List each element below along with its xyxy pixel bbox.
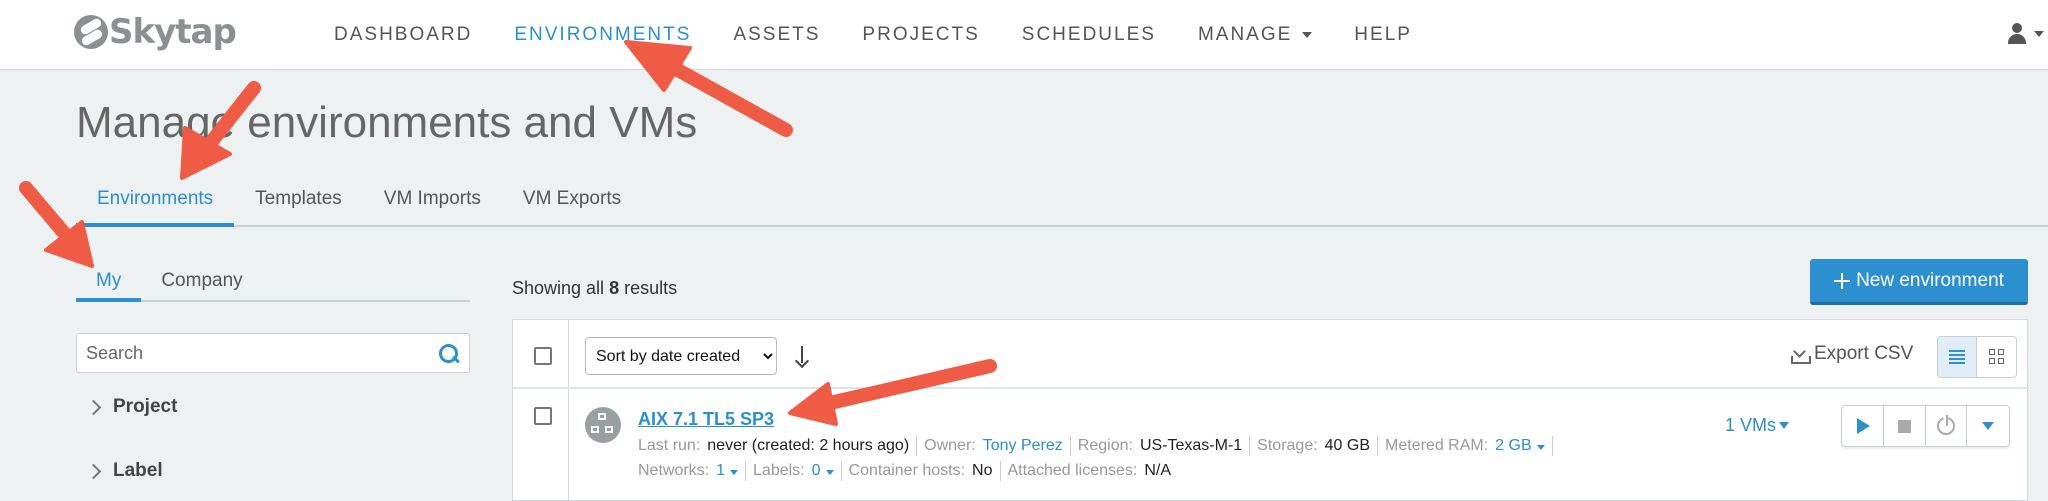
export-csv-label: Export CSV	[1814, 343, 1914, 364]
networks-value: 1	[716, 462, 726, 479]
environment-meta-line-2: Networks: 1 Labels: 0 Container hosts: N…	[638, 461, 1171, 481]
owner-label: Owner:	[924, 437, 976, 454]
labels-dropdown[interactable]: 0	[812, 462, 834, 480]
stop-button[interactable]	[1884, 406, 1926, 446]
results-summary: Showing all 8 results	[512, 278, 677, 299]
plus-icon	[1834, 272, 1851, 289]
labels-label: Labels:	[753, 462, 805, 479]
results-prefix: Showing all	[512, 278, 605, 298]
networks-dropdown[interactable]: 1	[716, 462, 739, 480]
new-environment-button[interactable]: New environment	[1810, 259, 2028, 305]
nav-assets[interactable]: ASSETS	[733, 24, 820, 46]
main-nav: DASHBOARD ENVIRONMENTS ASSETS PROJECTS S…	[334, 0, 1454, 70]
chevron-down-icon	[1302, 31, 1313, 38]
run-button[interactable]	[1842, 406, 1884, 446]
storage-label: Storage:	[1257, 437, 1318, 454]
top-navbar: Skytap DASHBOARD ENVIRONMENTS ASSETS PRO…	[0, 0, 2048, 70]
sort-direction-icon[interactable]	[795, 346, 809, 368]
main-tabs: Environments Templates VM Imports VM Exp…	[76, 176, 2048, 227]
page-title: Manage environments and VMs	[76, 98, 698, 147]
tab-vm-imports[interactable]: VM Imports	[363, 176, 502, 227]
tab-my[interactable]: My	[76, 258, 142, 302]
chevron-down-icon	[1982, 422, 1995, 430]
row-checkbox[interactable]	[534, 407, 552, 425]
nav-manage[interactable]: MANAGE	[1197, 24, 1313, 46]
user-menu[interactable]	[2006, 22, 2044, 46]
skytap-logo[interactable]: Skytap	[74, 10, 237, 54]
chevron-down-icon	[825, 470, 834, 475]
networks-label: Networks:	[638, 462, 710, 479]
nav-projects[interactable]: PROJECTS	[862, 24, 979, 46]
chevron-right-icon	[85, 463, 102, 479]
sort-select[interactable]: Sort by date created	[585, 337, 777, 375]
environment-name-link[interactable]: AIX 7.1 TL5 SP3	[638, 409, 774, 430]
power-off-button[interactable]	[1926, 406, 1968, 446]
ownership-tabs: My Company	[76, 258, 470, 302]
play-icon	[1857, 418, 1871, 434]
container-hosts-value: No	[972, 462, 993, 479]
network-icon	[585, 407, 621, 443]
tab-vm-exports[interactable]: VM Exports	[502, 176, 642, 227]
region-value: US-Texas-M-1	[1139, 437, 1243, 454]
region-label: Region:	[1077, 437, 1133, 454]
chevron-right-icon	[85, 399, 102, 415]
attached-licenses-label: Attached licenses:	[1007, 462, 1138, 479]
list-view-button[interactable]	[1938, 337, 1978, 377]
metered-ram-label: Metered RAM:	[1385, 437, 1489, 454]
facet-label: Label	[113, 460, 163, 481]
chevron-down-icon	[1536, 445, 1545, 450]
divider	[568, 320, 569, 501]
environments-table: Sort by date created Export CSV AIX 7.1 …	[512, 319, 2029, 501]
grid-view-button[interactable]	[1977, 337, 2016, 377]
owner-link[interactable]: Tony Perez	[983, 437, 1063, 455]
chevron-down-icon	[730, 470, 739, 475]
stop-icon	[1897, 419, 1911, 433]
chevron-down-icon	[2034, 31, 2044, 37]
nav-environments[interactable]: ENVIRONMENTS	[514, 24, 691, 46]
labels-value: 0	[811, 462, 821, 479]
vm-count-dropdown[interactable]: 1 VMs	[1725, 415, 1790, 436]
grid-icon	[1988, 349, 2005, 365]
storage-value: 40 GB	[1324, 437, 1371, 454]
attached-licenses-value: N/A	[1144, 462, 1172, 479]
new-environment-label: New environment	[1856, 269, 2004, 291]
nav-help[interactable]: HELP	[1354, 24, 1412, 46]
search-input[interactable]	[77, 334, 417, 372]
environment-meta-line-1: Last run: never (created: 2 hours ago) O…	[638, 436, 1560, 456]
nav-schedules[interactable]: SCHEDULES	[1022, 24, 1156, 46]
last-run-label: Last run:	[638, 437, 701, 454]
divider	[513, 387, 2029, 389]
results-count: 8	[609, 278, 620, 298]
export-csv-button[interactable]: Export CSV	[1791, 343, 1913, 365]
tab-templates[interactable]: Templates	[234, 176, 363, 227]
more-actions-button[interactable]	[1967, 406, 2009, 446]
logo-text: Skytap	[109, 12, 237, 52]
results-suffix: results	[624, 278, 678, 298]
user-icon	[2006, 22, 2028, 46]
nav-manage-label: MANAGE	[1197, 24, 1293, 45]
facet-label: Project	[113, 396, 178, 417]
facet-project[interactable]: Project	[85, 396, 178, 418]
vm-count-label: 1 VMs	[1725, 415, 1777, 435]
logo-icon	[74, 15, 108, 49]
metered-ram-dropdown[interactable]: 2 GB	[1495, 437, 1545, 455]
tab-environments[interactable]: Environments	[76, 176, 235, 227]
container-hosts-label: Container hosts:	[848, 462, 966, 479]
list-icon	[1949, 350, 1965, 364]
chevron-down-icon	[1779, 422, 1790, 429]
tab-company[interactable]: Company	[141, 258, 262, 302]
search-icon[interactable]	[438, 343, 460, 365]
download-icon	[1791, 345, 1811, 364]
metered-ram-value: 2 GB	[1495, 437, 1532, 454]
search-box	[76, 333, 470, 373]
select-all-checkbox[interactable]	[534, 347, 552, 365]
run-controls	[1841, 405, 2010, 447]
view-toggle	[1937, 336, 2017, 378]
facet-label-filter[interactable]: Label	[85, 460, 163, 482]
nav-dashboard[interactable]: DASHBOARD	[334, 24, 472, 46]
last-run-value: never (created: 2 hours ago)	[707, 437, 910, 454]
